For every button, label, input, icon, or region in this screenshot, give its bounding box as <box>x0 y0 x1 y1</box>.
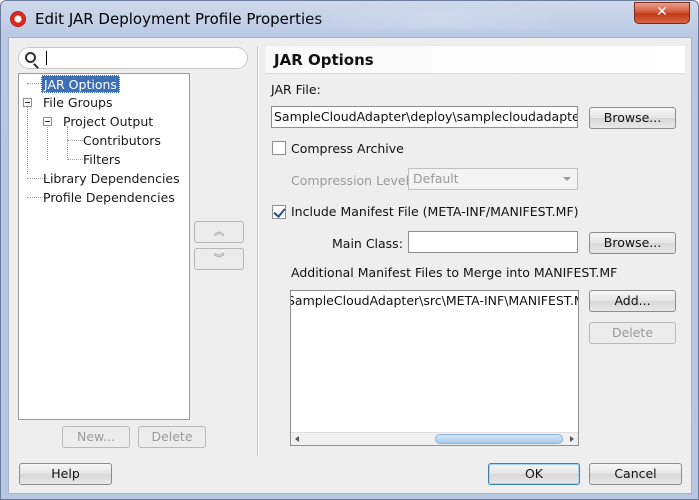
tree-line <box>27 104 28 174</box>
text-caret <box>46 51 47 65</box>
chevron-down-icon <box>563 177 571 181</box>
search-input[interactable] <box>18 47 248 69</box>
move-up-button[interactable]: ︽ <box>194 221 244 243</box>
scrollbar-thumb[interactable] <box>435 434 563 444</box>
browse-main-class-button[interactable]: Browse... <box>589 232 676 254</box>
cancel-label: Cancel <box>614 466 657 481</box>
title-bar[interactable]: Edit JAR Deployment Profile Properties ✕ <box>1 1 698 37</box>
compress-archive-checkbox[interactable] <box>272 141 286 155</box>
help-button[interactable]: Help <box>19 463 112 485</box>
include-manifest-checkbox[interactable] <box>272 205 286 219</box>
ok-button[interactable]: OK <box>488 463 580 485</box>
tree-item-file-groups[interactable]: File Groups <box>41 94 114 112</box>
title-bar-background-blur <box>295 9 585 29</box>
additional-manifest-label: Additional Manifest Files to Merge into … <box>291 265 618 280</box>
delete-tree-item-button[interactable]: Delete <box>138 426 206 448</box>
add-manifest-button[interactable]: Add... <box>589 290 676 312</box>
main-class-input[interactable] <box>408 231 578 253</box>
compression-level-value: Default <box>413 171 459 186</box>
chevron-double-up-icon: ︽ <box>213 225 225 238</box>
tree-line <box>47 122 48 160</box>
tree-item-jar-options[interactable]: JAR Options <box>41 75 120 93</box>
delete-tree-item-label: Delete <box>151 429 193 444</box>
app-icon <box>10 11 26 27</box>
jar-file-label: JAR File: <box>271 82 321 97</box>
search-icon <box>25 52 36 63</box>
ok-label: OK <box>524 466 544 481</box>
panel-divider-highlight <box>258 46 259 456</box>
new-button[interactable]: New... <box>62 426 130 448</box>
tree-item-library-dependencies[interactable]: Library Dependencies <box>41 170 182 188</box>
navigation-tree: JAR Options File Groups Project Output C… <box>18 73 190 420</box>
dialog-content: JAR Options File Groups Project Output C… <box>8 37 692 494</box>
window-title: Edit JAR Deployment Profile Properties <box>35 10 323 28</box>
tree-line <box>67 126 68 160</box>
tree-item-filters[interactable]: Filters <box>81 151 122 169</box>
collapse-icon[interactable] <box>43 117 52 126</box>
close-button[interactable]: ✕ <box>634 2 690 24</box>
main-class-label: Main Class: <box>332 236 403 251</box>
help-label: Help <box>51 466 80 481</box>
add-manifest-label: Add... <box>614 293 651 308</box>
tree-item-contributors[interactable]: Contributors <box>81 132 163 150</box>
compression-level-label: Compression Level <box>291 173 410 188</box>
scroll-right-icon[interactable] <box>570 436 574 442</box>
section-header: JAR Options <box>266 46 685 74</box>
compression-level-select[interactable]: Default <box>408 168 578 190</box>
move-down-button[interactable]: ︾ <box>194 248 244 270</box>
page-title: JAR Options <box>274 51 374 69</box>
include-manifest-label: Include Manifest File (META-INF/MANIFEST… <box>291 204 579 219</box>
jar-file-input[interactable]: SampleCloudAdapter\deploy\samplecloudada… <box>271 106 578 128</box>
tree-item-project-output[interactable]: Project Output <box>61 113 155 131</box>
dialog-window: Edit JAR Deployment Profile Properties ✕… <box>0 0 699 500</box>
browse-main-class-label: Browse... <box>603 235 662 250</box>
tree-item-profile-dependencies[interactable]: Profile Dependencies <box>41 189 177 207</box>
scroll-left-icon[interactable] <box>295 436 299 442</box>
list-item[interactable]: SampleCloudAdapter\src\META-INF\MANIFEST… <box>291 293 578 308</box>
browse-jar-button[interactable]: Browse... <box>589 107 676 129</box>
delete-manifest-button[interactable]: Delete <box>589 322 676 344</box>
cancel-button[interactable]: Cancel <box>589 463 682 485</box>
new-button-label: New... <box>76 429 116 444</box>
manifest-files-list[interactable]: SampleCloudAdapter\src\META-INF\MANIFEST… <box>290 290 579 446</box>
compress-archive-label: Compress Archive <box>291 141 404 156</box>
horizontal-scrollbar[interactable] <box>291 432 578 445</box>
browse-jar-label: Browse... <box>603 110 662 125</box>
delete-manifest-label: Delete <box>611 325 654 340</box>
collapse-icon[interactable] <box>23 98 32 107</box>
chevron-double-down-icon: ︾ <box>213 252 225 265</box>
